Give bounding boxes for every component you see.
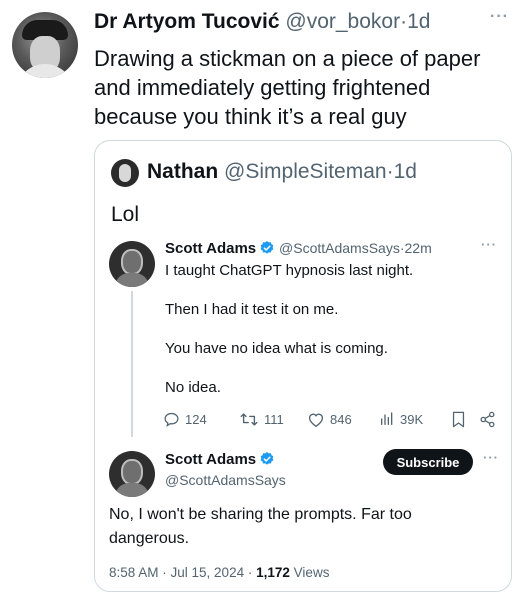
author-handle[interactable]: @vor_bokor bbox=[285, 10, 400, 33]
inner-post-line: No idea. bbox=[165, 379, 221, 396]
inner-author-handle[interactable]: @ScottAdamsSays bbox=[279, 240, 400, 256]
quoted-header-dot: · bbox=[386, 160, 394, 183]
verified-badge-icon bbox=[259, 451, 275, 467]
verified-badge-icon bbox=[259, 240, 275, 256]
views-count: 39K bbox=[400, 411, 424, 427]
quoted-tweet-header: Nathan @SimpleSiteman·1d bbox=[147, 160, 417, 184]
quoted-tweet-time[interactable]: 1d bbox=[394, 160, 417, 183]
quoted-tweet-text: Lol bbox=[111, 203, 140, 226]
post-timestamp[interactable]: 8:58 AM · Jul 15, 2024 · bbox=[109, 565, 252, 580]
views-button[interactable]: 39K bbox=[379, 411, 423, 427]
subscribe-button[interactable]: Subscribe bbox=[383, 449, 473, 475]
avatar-head bbox=[121, 249, 143, 275]
author-name[interactable]: Dr Artyom Tucović bbox=[94, 10, 280, 33]
avatar-shirt bbox=[16, 64, 74, 78]
like-count: 846 bbox=[330, 412, 352, 427]
reply-author-header: Scott Adams bbox=[165, 451, 275, 469]
views-icon bbox=[379, 411, 395, 427]
inner-post-header: Scott Adams @ScottAdamsSays·22m bbox=[165, 240, 432, 257]
inner-author-name[interactable]: Scott Adams bbox=[165, 240, 256, 257]
reply-author-avatar[interactable] bbox=[109, 451, 155, 497]
inner-more-options-button[interactable]: ··· bbox=[481, 237, 497, 252]
quoted-tweet-card[interactable]: Nathan @SimpleSiteman·1d Lol Scott Adams… bbox=[94, 140, 512, 592]
bookmark-icon bbox=[451, 411, 466, 428]
post-views-count: 1,172 bbox=[256, 565, 290, 580]
heart-icon bbox=[307, 411, 325, 428]
tweet-text: Drawing a stickman on a piece of paper a… bbox=[94, 46, 481, 129]
reply-icon bbox=[163, 411, 180, 428]
reply-count: 124 bbox=[185, 412, 207, 427]
inner-post-line: I taught ChatGPT hypnosis last night. bbox=[165, 262, 414, 279]
post-meta: 8:58 AM · Jul 15, 2024 · 1,172 Views bbox=[109, 565, 329, 580]
avatar-body bbox=[115, 483, 149, 497]
share-icon bbox=[479, 411, 496, 428]
avatar-head bbox=[121, 459, 143, 485]
reply-post-text: No, I won't be sharing the prompts. Far … bbox=[109, 506, 412, 547]
repost-button[interactable]: 111 bbox=[239, 411, 284, 428]
inner-post-line: Then I had it test it on me. bbox=[165, 301, 339, 318]
reply-author-handle[interactable]: @ScottAdamsSays bbox=[165, 472, 286, 488]
repost-icon bbox=[239, 411, 259, 428]
like-button[interactable]: 846 bbox=[307, 411, 352, 428]
inner-post-line: You have no idea what is coming. bbox=[165, 340, 388, 357]
tweet-header: Dr Artyom Tucović @vor_bokor·1d bbox=[94, 10, 430, 34]
reply-button[interactable]: 124 bbox=[163, 411, 207, 428]
avatar-body bbox=[115, 273, 149, 287]
reply-more-options-button[interactable]: ··· bbox=[483, 450, 499, 465]
quoted-author-handle[interactable]: @SimpleSiteman bbox=[224, 160, 387, 183]
quoted-author-avatar[interactable] bbox=[111, 159, 139, 187]
reply-author-name[interactable]: Scott Adams bbox=[165, 451, 256, 468]
share-button[interactable] bbox=[479, 411, 496, 428]
quoted-author-name[interactable]: Nathan bbox=[147, 160, 218, 183]
scott-avatar[interactable] bbox=[109, 241, 155, 287]
repost-count: 111 bbox=[264, 412, 284, 427]
author-avatar[interactable] bbox=[12, 12, 78, 78]
more-options-button[interactable]: ··· bbox=[490, 8, 509, 26]
inner-post-time[interactable]: 22m bbox=[405, 240, 432, 256]
thread-connector-line bbox=[131, 291, 133, 437]
bookmark-button[interactable] bbox=[451, 411, 466, 428]
tweet-time[interactable]: 1d bbox=[407, 10, 430, 33]
post-views-label: Views bbox=[293, 565, 330, 580]
